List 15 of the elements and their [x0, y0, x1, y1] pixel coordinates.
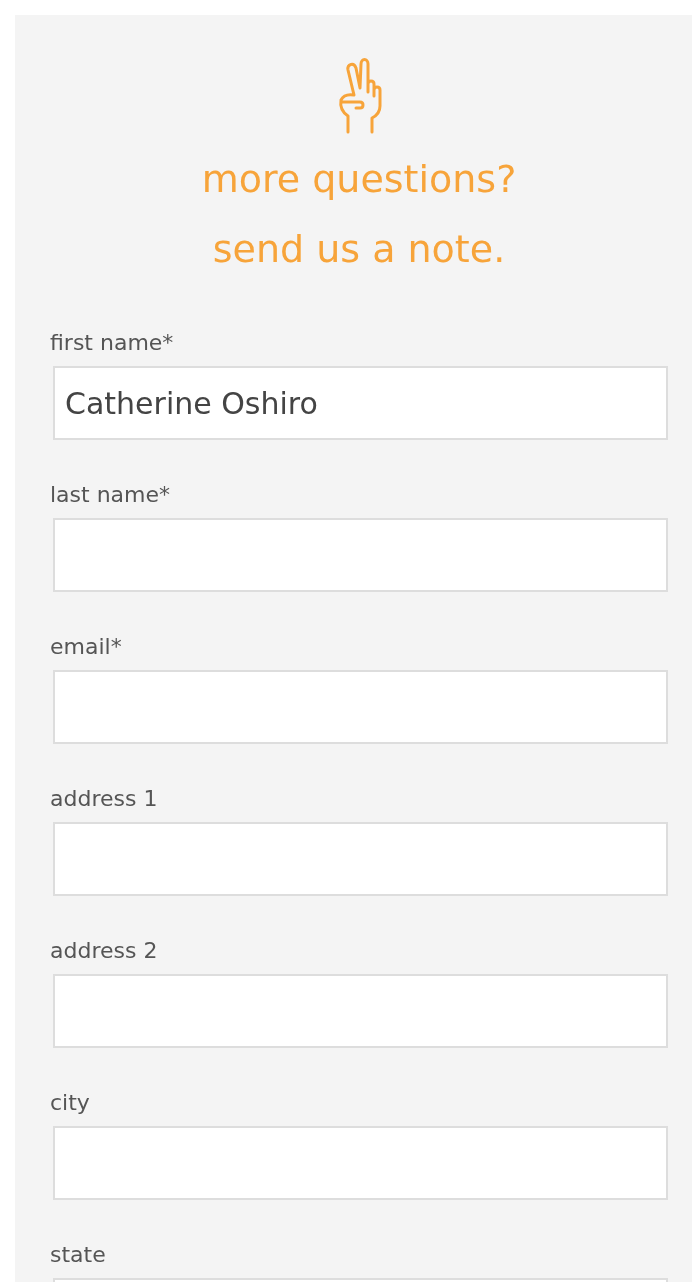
input-field[interactable]: Catherine Oshiro — [53, 366, 668, 440]
field-label: address 2 — [50, 937, 159, 965]
field-label: city — [50, 1089, 91, 1117]
field-label: last name* — [50, 481, 172, 509]
field-label: address 1 — [50, 785, 159, 813]
field-label: email* — [50, 633, 123, 661]
input-field[interactable] — [53, 1126, 668, 1200]
heading-line: more questions? — [201, 156, 517, 203]
input-field[interactable] — [53, 974, 668, 1048]
field-label: state — [50, 1241, 107, 1269]
input-field[interactable] — [53, 822, 668, 896]
input-field[interactable] — [53, 670, 668, 744]
heading-line: send us a note. — [212, 226, 506, 273]
input-field[interactable] — [53, 518, 668, 592]
field-label: first name* — [50, 329, 175, 357]
